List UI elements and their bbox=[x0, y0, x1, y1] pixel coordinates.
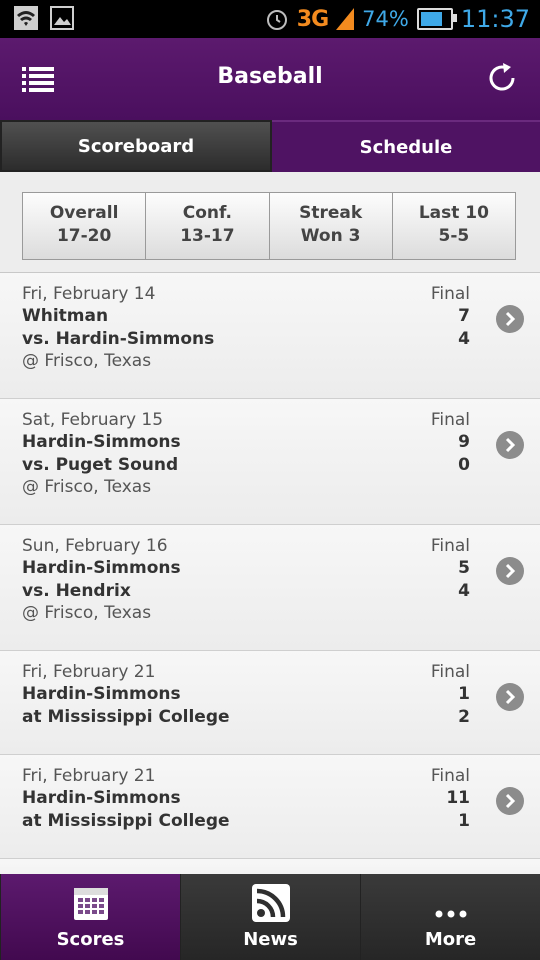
stat-last-10: Last 10 5-5 bbox=[393, 193, 515, 259]
wifi-icon bbox=[14, 6, 38, 30]
stat-value: Won 3 bbox=[300, 226, 361, 246]
stat-overall: Overall 17-20 bbox=[23, 193, 147, 259]
game-team2: vs. Puget Sound bbox=[22, 455, 179, 475]
battery-icon bbox=[416, 8, 457, 30]
game-team1: Hardin-Simmons bbox=[22, 684, 181, 704]
game-score1: 9 bbox=[458, 432, 470, 452]
page-title: Baseball bbox=[217, 64, 323, 89]
image-icon bbox=[50, 6, 74, 30]
calendar-icon bbox=[73, 888, 108, 920]
chevron-right-icon[interactable] bbox=[496, 305, 524, 333]
chevron-right-icon[interactable] bbox=[496, 431, 524, 459]
game-date: Sun, February 16 bbox=[22, 536, 168, 556]
more-icon bbox=[435, 910, 466, 918]
game-status: Final bbox=[430, 284, 470, 304]
clock: 11:37 bbox=[460, 5, 530, 33]
nav-label: Scores bbox=[56, 929, 125, 950]
network-type: 3G bbox=[296, 6, 329, 32]
game-score2: 0 bbox=[458, 455, 470, 475]
game-date: Sat, February 15 bbox=[22, 410, 164, 430]
game-date: Fri, February 21 bbox=[22, 766, 156, 786]
game-team2: at Mississippi College bbox=[22, 707, 230, 727]
game-score2: 2 bbox=[458, 707, 470, 727]
status-left bbox=[14, 6, 74, 30]
stat-value: 17-20 bbox=[56, 226, 112, 246]
nav-news[interactable]: News bbox=[180, 874, 360, 960]
battery-percent: 74% bbox=[362, 7, 409, 31]
chevron-right-icon[interactable] bbox=[496, 683, 524, 711]
nav-label: More bbox=[424, 929, 477, 950]
game-status: Final bbox=[430, 536, 470, 556]
battery-fill bbox=[420, 12, 442, 26]
game-team2: vs. Hendrix bbox=[22, 581, 131, 601]
game-location: @ Frisco, Texas bbox=[22, 477, 152, 497]
stat-label: Overall bbox=[49, 203, 119, 223]
game-score1: 11 bbox=[446, 788, 470, 808]
record-summary: Overall 17-20 Conf. 13-17 Streak Won 3 L… bbox=[22, 192, 516, 260]
game-status: Final bbox=[430, 410, 470, 430]
tab-schedule[interactable]: Schedule bbox=[272, 120, 540, 172]
game-team1: Whitman bbox=[22, 306, 109, 326]
stat-value: 5-5 bbox=[438, 226, 470, 246]
stat-label: Streak bbox=[299, 203, 363, 223]
game-score1: 1 bbox=[458, 684, 470, 704]
game-team2: vs. Hardin-Simmons bbox=[22, 329, 215, 349]
game-row[interactable]: Sat, February 15 Hardin-Simmons vs. Puge… bbox=[0, 399, 540, 525]
game-date: Fri, February 14 bbox=[22, 284, 156, 304]
alarm-icon bbox=[266, 10, 287, 30]
game-team1: Hardin-Simmons bbox=[22, 558, 181, 578]
app-header: Baseball bbox=[0, 38, 540, 120]
tab-bar: Scoreboard Schedule bbox=[0, 120, 540, 172]
nav-more[interactable]: More bbox=[360, 874, 540, 960]
nav-label: News bbox=[243, 929, 298, 950]
chevron-right-icon[interactable] bbox=[496, 557, 524, 585]
game-status: Final bbox=[430, 766, 470, 786]
game-row-partial[interactable] bbox=[0, 859, 540, 875]
game-score1: 5 bbox=[458, 558, 470, 578]
signal-icon bbox=[336, 8, 355, 30]
game-team1: Hardin-Simmons bbox=[22, 788, 181, 808]
stat-label: Conf. bbox=[182, 203, 232, 223]
stat-label: Last 10 bbox=[418, 203, 489, 223]
game-score2: 4 bbox=[458, 581, 470, 601]
game-row[interactable]: Fri, February 14 Whitman vs. Hardin-Simm… bbox=[0, 273, 540, 399]
stat-streak: Streak Won 3 bbox=[270, 193, 393, 259]
status-right: 3G 74% 11:37 bbox=[265, 2, 530, 36]
game-location: @ Frisco, Texas bbox=[22, 351, 152, 371]
game-score2: 4 bbox=[458, 329, 470, 349]
game-row[interactable]: Sun, February 16 Hardin-Simmons vs. Hend… bbox=[0, 525, 540, 651]
tab-scoreboard[interactable]: Scoreboard bbox=[0, 120, 272, 172]
nav-scores[interactable]: Scores bbox=[0, 874, 180, 960]
chevron-right-icon[interactable] bbox=[496, 787, 524, 815]
games-list: HSU Fri, February 14 Whitman vs. Hardin-… bbox=[0, 272, 540, 875]
game-score2: 1 bbox=[458, 811, 470, 831]
game-team1: Hardin-Simmons bbox=[22, 432, 181, 452]
game-location: @ Frisco, Texas bbox=[22, 603, 152, 623]
game-row[interactable]: Fri, February 21 Hardin-Simmons at Missi… bbox=[0, 755, 540, 859]
game-date: Fri, February 21 bbox=[22, 662, 156, 682]
stat-value: 13-17 bbox=[180, 226, 235, 246]
game-status: Final bbox=[430, 662, 470, 682]
stat-conference: Conf. 13-17 bbox=[146, 193, 270, 259]
status-bar: 3G 74% 11:37 bbox=[0, 0, 540, 38]
refresh-icon[interactable] bbox=[486, 62, 518, 94]
game-team2: at Mississippi College bbox=[22, 811, 230, 831]
game-row[interactable]: Fri, February 21 Hardin-Simmons at Missi… bbox=[0, 651, 540, 755]
rss-icon bbox=[251, 884, 290, 922]
game-score1: 7 bbox=[458, 306, 470, 326]
bottom-nav: Scores News More bbox=[0, 874, 540, 960]
